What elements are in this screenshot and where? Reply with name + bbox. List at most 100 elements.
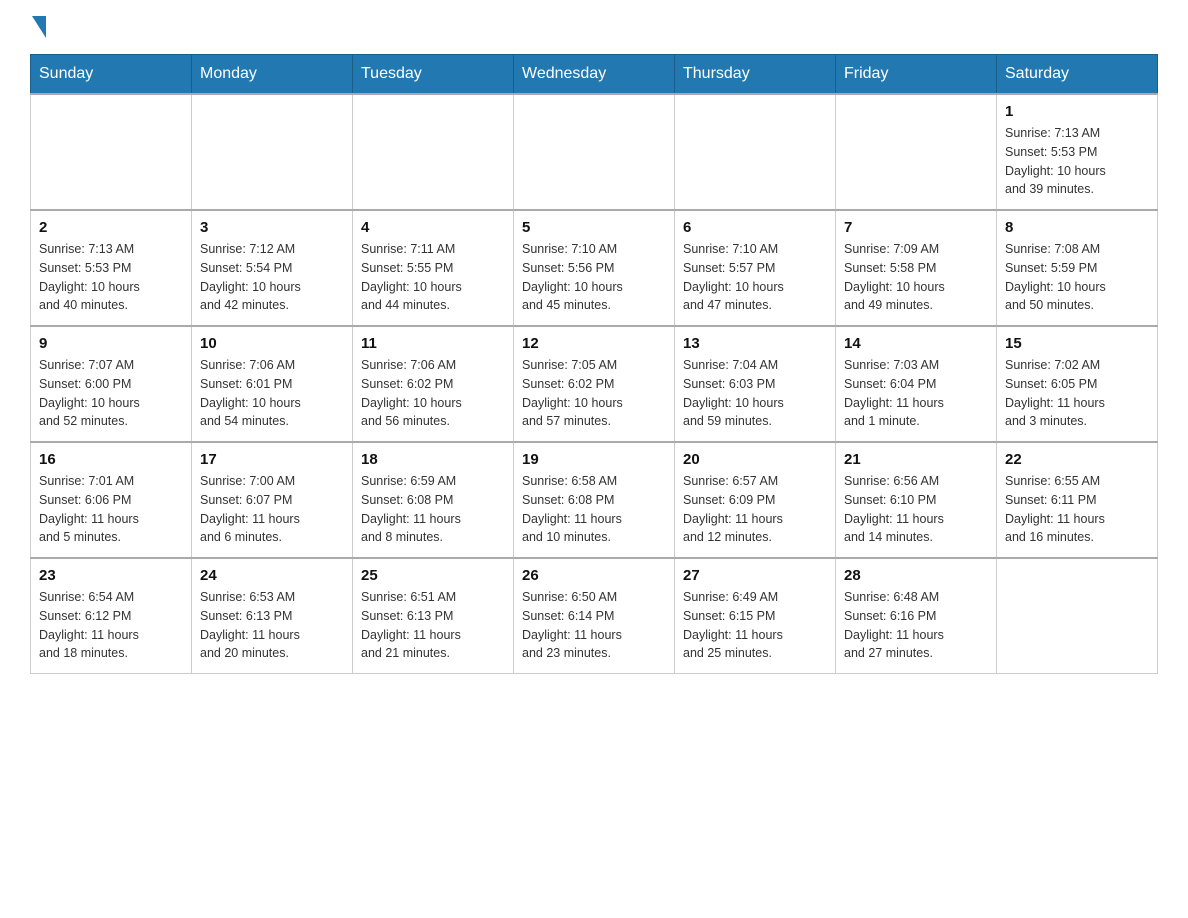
day-number: 9 [39,335,183,352]
calendar-week-row: 23 Sunrise: 6:54 AMSunset: 6:12 PMDayligh… [31,558,1158,674]
day-info: Sunrise: 7:13 AMSunset: 5:53 PMDaylight:… [1005,124,1149,199]
day-number: 6 [683,219,827,236]
day-number: 20 [683,451,827,468]
day-info: Sunrise: 7:13 AMSunset: 5:53 PMDaylight:… [39,240,183,315]
calendar-cell: 5 Sunrise: 7:10 AMSunset: 5:56 PMDaylight… [514,210,675,326]
calendar-cell [353,94,514,210]
calendar-cell: 18 Sunrise: 6:59 AMSunset: 6:08 PMDayligh… [353,442,514,558]
calendar-cell: 15 Sunrise: 7:02 AMSunset: 6:05 PMDayligh… [997,326,1158,442]
calendar-cell: 23 Sunrise: 6:54 AMSunset: 6:12 PMDayligh… [31,558,192,674]
calendar-cell: 4 Sunrise: 7:11 AMSunset: 5:55 PMDaylight… [353,210,514,326]
day-info: Sunrise: 7:00 AMSunset: 6:07 PMDaylight:… [200,472,344,547]
calendar-cell: 3 Sunrise: 7:12 AMSunset: 5:54 PMDaylight… [192,210,353,326]
logo-triangle-icon [32,16,46,38]
day-number: 10 [200,335,344,352]
day-number: 21 [844,451,988,468]
weekday-header-monday: Monday [192,55,353,95]
logo [30,20,46,38]
calendar-cell: 28 Sunrise: 6:48 AMSunset: 6:16 PMDayligh… [836,558,997,674]
calendar-cell: 26 Sunrise: 6:50 AMSunset: 6:14 PMDayligh… [514,558,675,674]
day-info: Sunrise: 7:09 AMSunset: 5:58 PMDaylight:… [844,240,988,315]
day-info: Sunrise: 7:04 AMSunset: 6:03 PMDaylight:… [683,356,827,431]
day-info: Sunrise: 6:54 AMSunset: 6:12 PMDaylight:… [39,588,183,663]
day-info: Sunrise: 7:10 AMSunset: 5:57 PMDaylight:… [683,240,827,315]
page-header [30,20,1158,38]
day-number: 18 [361,451,505,468]
day-number: 13 [683,335,827,352]
day-info: Sunrise: 7:11 AMSunset: 5:55 PMDaylight:… [361,240,505,315]
calendar-cell: 17 Sunrise: 7:00 AMSunset: 6:07 PMDayligh… [192,442,353,558]
weekday-header-row: SundayMondayTuesdayWednesdayThursdayFrid… [31,55,1158,95]
day-info: Sunrise: 6:48 AMSunset: 6:16 PMDaylight:… [844,588,988,663]
calendar-cell: 14 Sunrise: 7:03 AMSunset: 6:04 PMDayligh… [836,326,997,442]
day-number: 4 [361,219,505,236]
day-info: Sunrise: 6:59 AMSunset: 6:08 PMDaylight:… [361,472,505,547]
calendar-cell [31,94,192,210]
day-info: Sunrise: 7:02 AMSunset: 6:05 PMDaylight:… [1005,356,1149,431]
day-number: 5 [522,219,666,236]
day-number: 25 [361,567,505,584]
day-info: Sunrise: 7:01 AMSunset: 6:06 PMDaylight:… [39,472,183,547]
day-number: 27 [683,567,827,584]
calendar-cell: 20Sunrise: 6:57 AMSunset: 6:09 PMDayligh… [675,442,836,558]
calendar-cell: 22 Sunrise: 6:55 AMSunset: 6:11 PMDayligh… [997,442,1158,558]
calendar-cell: 1 Sunrise: 7:13 AMSunset: 5:53 PMDaylight… [997,94,1158,210]
calendar-cell: 6 Sunrise: 7:10 AMSunset: 5:57 PMDaylight… [675,210,836,326]
day-number: 15 [1005,335,1149,352]
day-info: Sunrise: 7:05 AMSunset: 6:02 PMDaylight:… [522,356,666,431]
calendar-cell [675,94,836,210]
calendar-cell: 19Sunrise: 6:58 AMSunset: 6:08 PMDayligh… [514,442,675,558]
day-info: Sunrise: 6:51 AMSunset: 6:13 PMDaylight:… [361,588,505,663]
day-number: 23 [39,567,183,584]
calendar-week-row: 9Sunrise: 7:07 AMSunset: 6:00 PMDaylight… [31,326,1158,442]
day-info: Sunrise: 7:10 AMSunset: 5:56 PMDaylight:… [522,240,666,315]
calendar-cell: 8 Sunrise: 7:08 AMSunset: 5:59 PMDaylight… [997,210,1158,326]
day-info: Sunrise: 7:03 AMSunset: 6:04 PMDaylight:… [844,356,988,431]
calendar-cell: 9Sunrise: 7:07 AMSunset: 6:00 PMDaylight… [31,326,192,442]
day-info: Sunrise: 6:53 AMSunset: 6:13 PMDaylight:… [200,588,344,663]
day-info: Sunrise: 6:55 AMSunset: 6:11 PMDaylight:… [1005,472,1149,547]
day-number: 22 [1005,451,1149,468]
calendar-cell [192,94,353,210]
calendar-cell: 27 Sunrise: 6:49 AMSunset: 6:15 PMDayligh… [675,558,836,674]
day-number: 2 [39,219,183,236]
day-info: Sunrise: 6:49 AMSunset: 6:15 PMDaylight:… [683,588,827,663]
calendar-cell [836,94,997,210]
calendar-cell: 12 Sunrise: 7:05 AMSunset: 6:02 PMDayligh… [514,326,675,442]
calendar-cell: 21Sunrise: 6:56 AMSunset: 6:10 PMDayligh… [836,442,997,558]
day-number: 17 [200,451,344,468]
weekday-header-wednesday: Wednesday [514,55,675,95]
day-number: 8 [1005,219,1149,236]
calendar-cell [514,94,675,210]
calendar-cell: 16 Sunrise: 7:01 AMSunset: 6:06 PMDayligh… [31,442,192,558]
day-number: 1 [1005,103,1149,120]
day-info: Sunrise: 7:12 AMSunset: 5:54 PMDaylight:… [200,240,344,315]
calendar-cell: 13 Sunrise: 7:04 AMSunset: 6:03 PMDayligh… [675,326,836,442]
weekday-header-tuesday: Tuesday [353,55,514,95]
calendar-week-row: 16 Sunrise: 7:01 AMSunset: 6:06 PMDayligh… [31,442,1158,558]
weekday-header-friday: Friday [836,55,997,95]
day-number: 28 [844,567,988,584]
weekday-header-thursday: Thursday [675,55,836,95]
calendar-cell: 10 Sunrise: 7:06 AMSunset: 6:01 PMDayligh… [192,326,353,442]
weekday-header-sunday: Sunday [31,55,192,95]
day-number: 24 [200,567,344,584]
day-info: Sunrise: 7:06 AMSunset: 6:01 PMDaylight:… [200,356,344,431]
day-info: Sunrise: 6:58 AMSunset: 6:08 PMDaylight:… [522,472,666,547]
day-number: 7 [844,219,988,236]
day-number: 3 [200,219,344,236]
day-number: 11 [361,335,505,352]
day-number: 12 [522,335,666,352]
calendar-cell [997,558,1158,674]
day-number: 16 [39,451,183,468]
calendar-cell: 24 Sunrise: 6:53 AMSunset: 6:13 PMDayligh… [192,558,353,674]
calendar-table: SundayMondayTuesdayWednesdayThursdayFrid… [30,54,1158,674]
calendar-cell: 7 Sunrise: 7:09 AMSunset: 5:58 PMDaylight… [836,210,997,326]
calendar-week-row: 1 Sunrise: 7:13 AMSunset: 5:53 PMDaylight… [31,94,1158,210]
day-info: Sunrise: 7:06 AMSunset: 6:02 PMDaylight:… [361,356,505,431]
day-number: 26 [522,567,666,584]
day-info: Sunrise: 6:50 AMSunset: 6:14 PMDaylight:… [522,588,666,663]
calendar-week-row: 2 Sunrise: 7:13 AMSunset: 5:53 PMDaylight… [31,210,1158,326]
day-number: 14 [844,335,988,352]
day-info: Sunrise: 7:08 AMSunset: 5:59 PMDaylight:… [1005,240,1149,315]
